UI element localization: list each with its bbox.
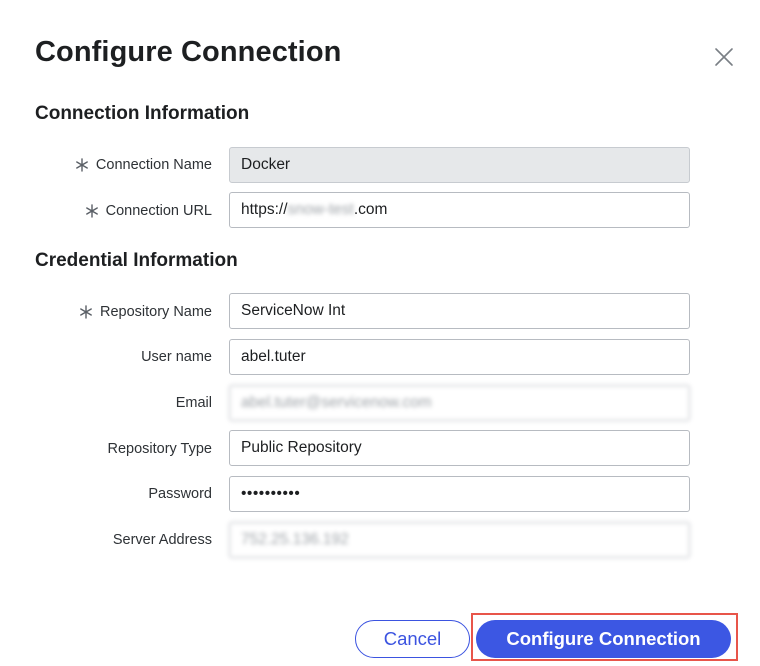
repository-name-field[interactable] [229, 293, 690, 329]
user-name-label: User name [141, 349, 212, 365]
connection-url-label-text: Connection URL [105, 203, 212, 219]
repository-type-field[interactable] [229, 430, 690, 466]
connection-name-label: Connection Name [74, 155, 212, 175]
credential-information-heading: Credential Information [35, 250, 238, 271]
password-label: Password [148, 486, 212, 502]
dialog-title: Configure Connection [35, 36, 342, 68]
server-address-field[interactable] [229, 522, 690, 558]
repository-name-label-text: Repository Name [99, 304, 212, 320]
connection-url-suffix: .com [353, 201, 388, 218]
required-asterisk-icon [80, 305, 92, 319]
repository-name-label: Repository Name [78, 302, 212, 322]
configure-connection-dialog: Configure Connection Connection Informat… [0, 0, 760, 666]
connection-url-field[interactable]: https:// snow-test .com [229, 192, 690, 228]
repository-type-label: Repository Type [107, 441, 212, 457]
connection-url-label: Connection URL [84, 201, 212, 221]
configure-connection-button[interactable]: Configure Connection [476, 620, 731, 658]
password-field[interactable] [229, 476, 690, 512]
connection-name-label-text: Connection Name [95, 157, 212, 173]
close-icon [715, 48, 733, 66]
connection-url-prefix: https:// [241, 201, 288, 218]
email-field[interactable] [229, 385, 690, 421]
connection-url-redacted: snow-test [287, 201, 354, 218]
close-button[interactable] [712, 45, 736, 69]
connection-name-field[interactable] [229, 147, 690, 183]
required-asterisk-icon [76, 158, 88, 172]
cancel-button[interactable]: Cancel [355, 620, 470, 658]
email-label: Email [175, 395, 212, 411]
required-asterisk-icon [85, 204, 98, 218]
user-name-field[interactable] [229, 339, 690, 375]
connection-information-heading: Connection Information [35, 103, 250, 124]
server-address-label: Server Address [112, 532, 212, 548]
